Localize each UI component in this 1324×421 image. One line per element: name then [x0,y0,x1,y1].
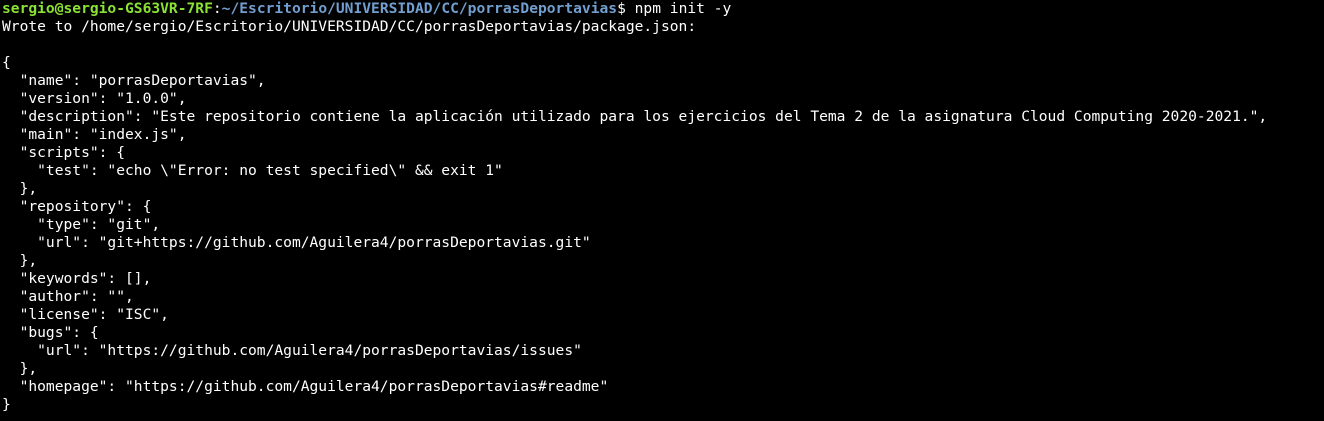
json-line: "test": "echo \"Error: no test specified… [2,162,503,179]
json-line: }, [2,360,38,377]
prompt-line: sergio@sergio-GS63VR-7RF:~/Escritorio/UN… [2,0,1324,18]
output-blank-line [2,36,1324,54]
json-line: "description": "Este repositorio contien… [2,108,1268,125]
json-line: "keywords": [], [2,270,152,287]
json-line: "version": "1.0.0", [2,90,187,107]
json-line: }, [2,180,38,197]
prompt-path: ~/Escritorio/UNIVERSIDAD/CC/porrasDeport… [221,0,618,17]
json-line: "repository": { [2,198,152,215]
json-line: "bugs": { [2,324,99,341]
json-line: "type": "git", [2,216,161,233]
prompt-user-host: sergio@sergio-GS63VR-7RF [2,0,213,17]
json-line: "name": "porrasDeportavias", [2,72,266,89]
json-line: "author": "", [2,288,134,305]
json-line: "url": "https://github.com/Aguilera4/por… [2,342,582,359]
command-text: npm init -y [634,0,732,17]
terminal-window[interactable]: sergio@sergio-GS63VR-7RF:~/Escritorio/UN… [0,0,1324,421]
prompt-symbol: $ [617,0,635,17]
json-line: { [2,54,11,71]
json-line: } [2,396,11,413]
json-line: "license": "ISC", [2,306,169,323]
output-wrote-line: Wrote to /home/sergio/Escritorio/UNIVERS… [2,18,697,35]
json-line: }, [2,252,38,269]
json-line: "scripts": { [2,144,126,161]
json-line: "main": "index.js", [2,126,187,143]
json-line: "url": "git+https://github.com/Aguilera4… [2,234,591,251]
json-line: "homepage": "https://github.com/Aguilera… [2,378,609,395]
prompt-separator: : [212,0,222,17]
